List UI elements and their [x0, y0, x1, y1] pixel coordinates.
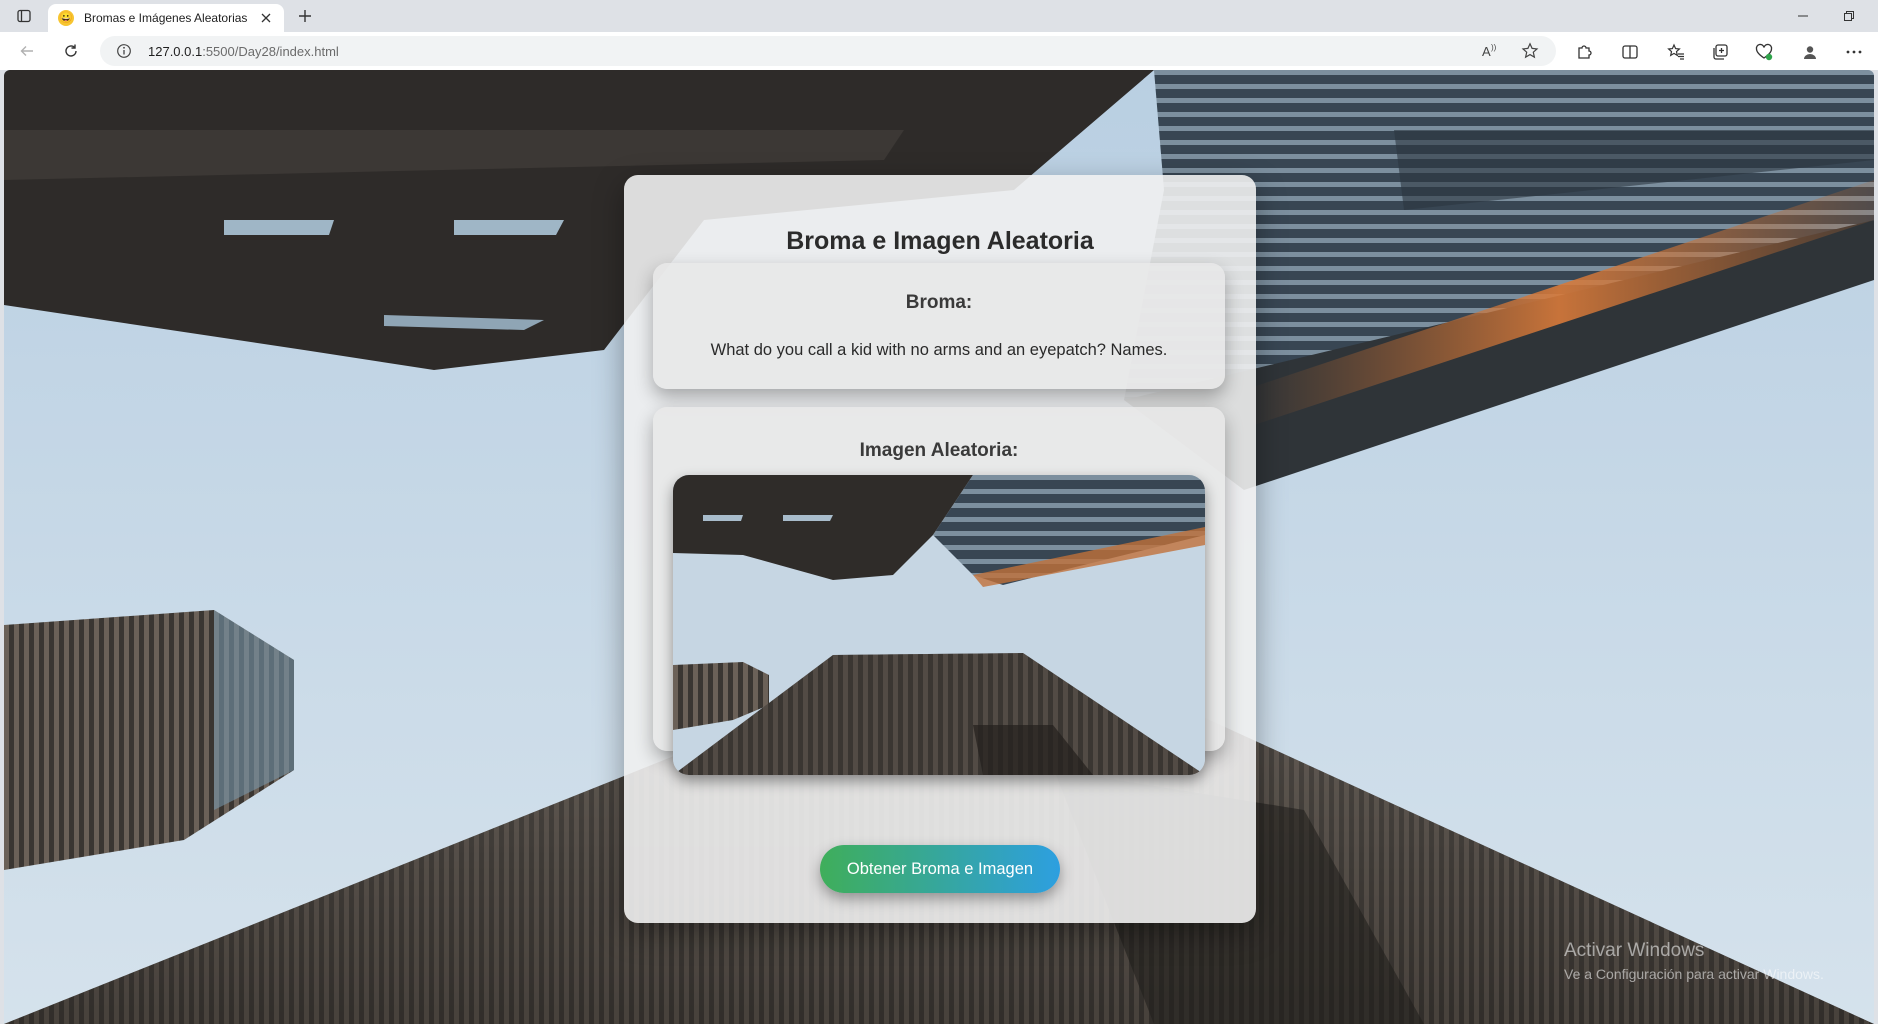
url-path: :5500/Day28/index.html: [202, 44, 339, 59]
back-arrow-icon[interactable]: [12, 37, 42, 65]
joke-panel: Broma: What do you call a kid with no ar…: [653, 263, 1225, 389]
plus-icon[interactable]: [292, 4, 318, 28]
joke-heading: Broma:: [905, 292, 973, 313]
heart-pulse-icon[interactable]: [1752, 40, 1776, 64]
restore-icon[interactable]: [1826, 0, 1872, 32]
get-joke-and-image-button[interactable]: Obtener Broma e Imagen: [820, 845, 1060, 893]
collections-icon[interactable]: [1708, 40, 1732, 64]
image-panel: Imagen Aleatoria:: [653, 407, 1225, 775]
svg-text:A: A: [1482, 44, 1491, 59]
address-bar[interactable]: 127.0.0.1:5500/Day28/index.html A)): [100, 36, 1556, 66]
browser-toolbar: 127.0.0.1:5500/Day28/index.html A)): [0, 32, 1878, 70]
split-screen-icon[interactable]: [1618, 40, 1642, 64]
joke-text: What do you call a kid with no arms and …: [710, 341, 1168, 359]
close-icon[interactable]: [258, 10, 274, 26]
info-icon[interactable]: [116, 43, 132, 59]
windows-activation-watermark: Activar Windows Ve a Configuración para …: [1564, 940, 1824, 982]
tab-strip: 😀 Bromas e Imágenes Aleatorias: [0, 0, 1878, 32]
image-heading: Imagen Aleatoria:: [859, 440, 1019, 461]
smiley-favicon-icon: 😀: [58, 10, 74, 26]
tab-actions-icon[interactable]: [8, 4, 40, 28]
url-text: 127.0.0.1:5500/Day28/index.html: [148, 44, 339, 59]
watermark-subtitle: Ve a Configuración para activar Windows.: [1564, 966, 1824, 982]
svg-text:)): )): [1491, 43, 1497, 52]
watermark-title: Activar Windows: [1564, 940, 1705, 961]
reload-icon[interactable]: [56, 37, 86, 65]
minimize-icon[interactable]: [1780, 0, 1826, 32]
browser-tab[interactable]: 😀 Bromas e Imágenes Aleatorias: [48, 4, 284, 32]
skyscraper-photo: [673, 475, 1205, 775]
tab-title: Bromas e Imágenes Aleatorias: [84, 11, 248, 25]
url-host: 127.0.0.1: [148, 44, 203, 59]
star-icon[interactable]: [1520, 41, 1540, 61]
page-viewport: Broma e Imagen Aleatoria Broma: What do …: [4, 70, 1874, 1024]
page-title: Broma e Imagen Aleatoria: [786, 227, 1094, 255]
puzzle-icon[interactable]: [1572, 40, 1596, 64]
profile-icon[interactable]: [1798, 40, 1822, 64]
main-card: Broma e Imagen Aleatoria Broma: What do …: [624, 175, 1256, 923]
read-aloud-icon[interactable]: A)): [1480, 41, 1500, 61]
random-image: [673, 475, 1205, 775]
favorites-icon[interactable]: [1664, 40, 1688, 64]
more-icon[interactable]: [1842, 40, 1866, 64]
